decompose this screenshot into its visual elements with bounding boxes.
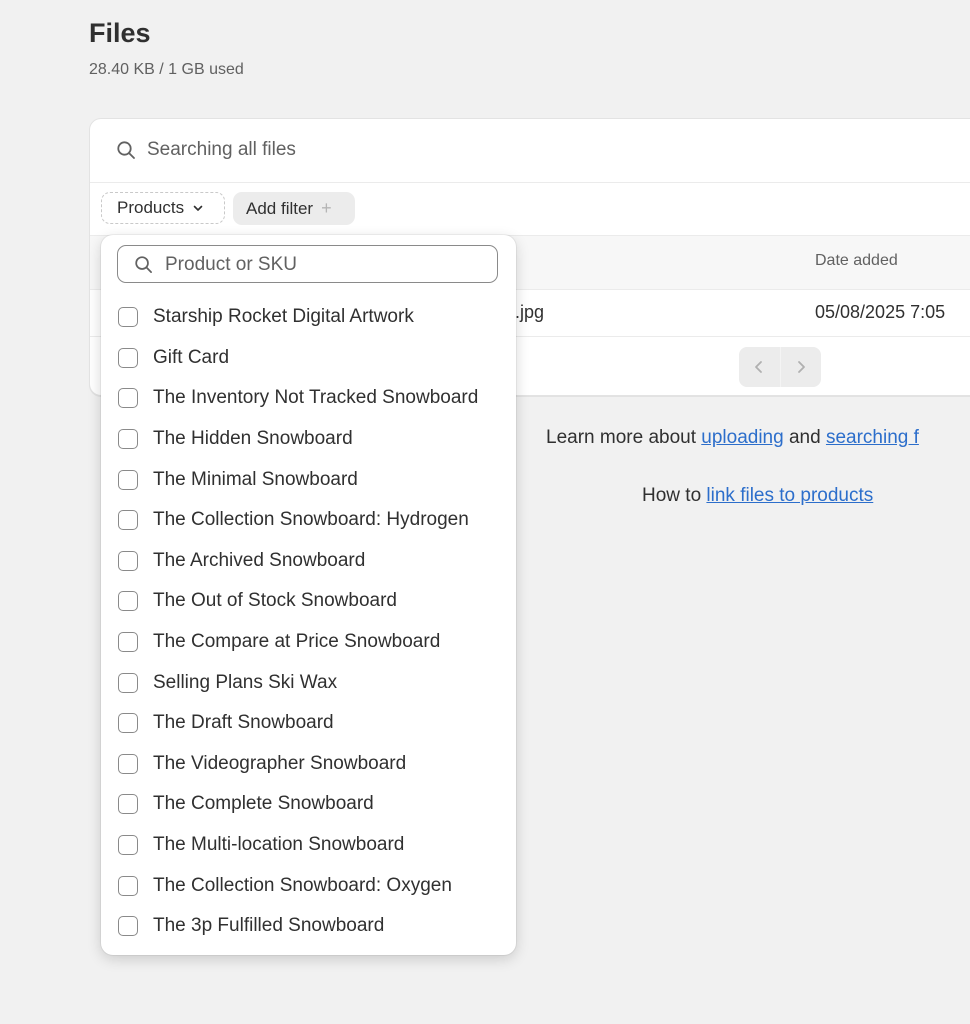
product-option[interactable]: Gift Card [101,338,516,379]
chevron-left-icon [755,361,763,373]
product-option[interactable]: The Videographer Snowboard [101,744,516,785]
add-filter-button[interactable]: Add filter + [233,192,355,225]
searching-link[interactable]: searching f [826,427,919,448]
product-checkbox[interactable] [118,388,138,409]
product-option-label: The Inventory Not Tracked Snowboard [153,387,479,409]
product-checkbox[interactable] [118,347,138,368]
uploading-link[interactable]: uploading [701,427,783,448]
product-checkbox[interactable] [118,916,138,937]
products-filter-button[interactable]: Products [101,192,225,224]
link-files-to-products-link[interactable]: link files to products [706,485,873,506]
product-option[interactable]: Starship Rocket Digital Artwork [101,297,516,338]
file-search-bar[interactable]: Searching all files [90,119,970,183]
product-checkbox[interactable] [118,591,138,612]
product-checkbox[interactable] [118,672,138,693]
product-option-label: Gift Card [153,346,230,368]
products-filter-popover: Starship Rocket Digital Artwork Gift Card… [101,235,516,955]
product-checkbox[interactable] [118,794,138,815]
product-option-label: The Collection Snowboard: Oxygen [153,874,452,896]
help-text-learn-more: Learn more about uploading and searching… [546,427,919,449]
product-option-label: The Compare at Price Snowboard [153,631,441,653]
column-header-date-added[interactable]: Date added [815,252,898,270]
product-search-field[interactable] [117,245,498,283]
product-options-list: Starship Rocket Digital Artwork Gift Card… [101,297,516,955]
product-option-label: The Archived Snowboard [153,549,366,571]
product-checkbox[interactable] [118,632,138,653]
product-option-label: The Out of Stock Snowboard [153,590,397,612]
storage-usage: 28.40 KB / 1 GB used [89,61,244,78]
help-text-how-to: How to link files to products [642,485,873,507]
pagination [739,347,821,387]
file-name-cell: .jpg [515,302,545,322]
product-option-label: The Minimal Snowboard [153,468,358,490]
search-icon [116,140,136,160]
product-option[interactable]: The Complete Snowboard [101,784,516,825]
product-option-label: The Videographer Snowboard [153,752,407,774]
product-option[interactable]: The Archived Snowboard [101,541,516,582]
product-checkbox[interactable] [118,550,138,571]
chevron-down-icon [192,202,204,214]
product-option[interactable]: The Collection Snowboard: Oxygen [101,865,516,906]
product-checkbox[interactable] [118,753,138,774]
product-search-input[interactable] [163,250,487,280]
product-option[interactable]: Selling Plans Ski Wax [101,662,516,703]
product-option-label: The Complete Snowboard [153,793,374,815]
add-filter-label: Add filter [246,198,314,218]
chevron-right-icon [797,361,805,373]
products-filter-label: Products [117,198,185,217]
product-option[interactable]: The Inventory Not Tracked Snowboard [101,378,516,419]
product-checkbox[interactable] [118,835,138,856]
product-option-label: The Multi-location Snowboard [153,834,405,856]
product-checkbox[interactable] [118,429,138,450]
file-date-cell: 05/08/2025 7:05 [815,302,946,322]
product-option[interactable]: The Out of Stock Snowboard [101,581,516,622]
plus-icon: + [321,198,332,218]
product-checkbox[interactable] [118,469,138,490]
search-icon [134,255,153,274]
product-option[interactable] [101,947,516,956]
previous-page-button[interactable] [739,347,780,387]
product-option[interactable]: The Compare at Price Snowboard [101,622,516,663]
page-title: Files [89,18,151,48]
product-checkbox[interactable] [118,875,138,896]
product-option-label: The Collection Snowboard: Hydrogen [153,509,469,531]
product-option[interactable]: The Multi-location Snowboard [101,825,516,866]
files-page: Files 28.40 KB / 1 GB used Searching all… [0,0,970,1024]
help-learn-prefix: Learn more about [546,427,702,448]
product-checkbox[interactable] [118,713,138,734]
product-option-label: The 3p Fulfilled Snowboard [153,915,385,937]
product-option-label: The Hidden Snowboard [153,428,353,450]
help-howto-prefix: How to [642,485,707,506]
product-option[interactable]: The Collection Snowboard: Hydrogen [101,500,516,541]
product-option-label: Starship Rocket Digital Artwork [153,306,414,328]
product-option-label: Selling Plans Ski Wax [153,671,338,693]
product-option[interactable]: The 3p Fulfilled Snowboard [101,906,516,947]
help-and: and [783,427,826,448]
next-page-button[interactable] [779,347,822,387]
product-option[interactable]: The Hidden Snowboard [101,419,516,460]
file-search-input[interactable]: Searching all files [147,139,296,161]
product-option[interactable]: The Draft Snowboard [101,703,516,744]
product-checkbox[interactable] [118,510,138,531]
filter-bar: Products Add filter + [90,183,970,236]
product-option[interactable]: The Minimal Snowboard [101,459,516,500]
product-checkbox[interactable] [118,307,138,328]
product-option-label: The Draft Snowboard [153,712,334,734]
